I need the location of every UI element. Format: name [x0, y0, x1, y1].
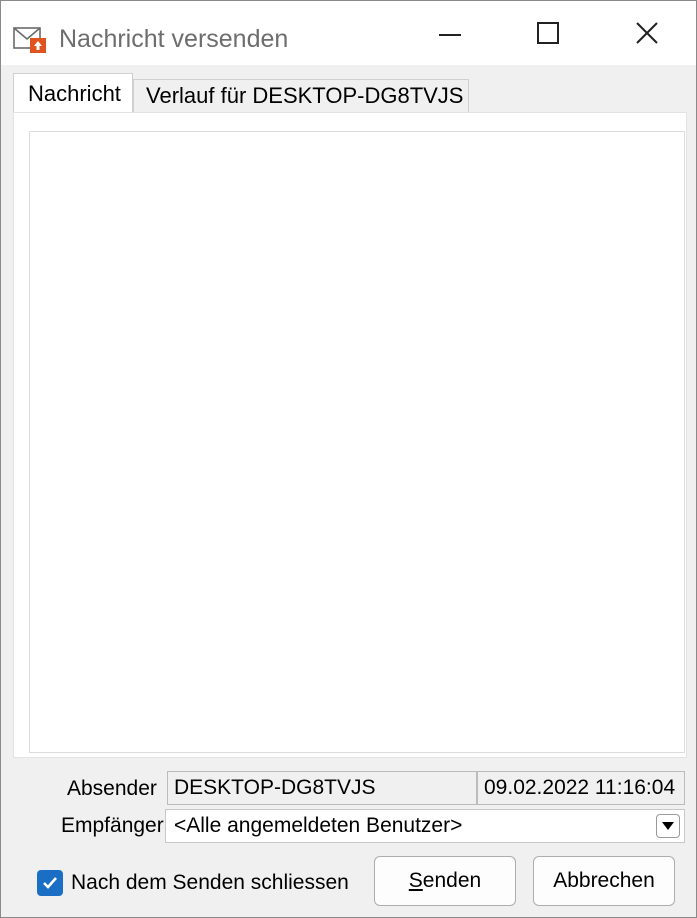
minimize-button[interactable]: [401, 1, 499, 65]
recipient-selected-value: <Alle angemeldeten Benutzer>: [174, 814, 463, 837]
cancel-button[interactable]: Abbrechen: [533, 856, 675, 906]
sender-label: Absender: [67, 777, 157, 800]
sender-timestamp: 09.02.2022 11:16:04: [477, 771, 685, 805]
message-send-icon: [13, 27, 46, 53]
close-after-send-checkbox[interactable]: [37, 870, 63, 896]
tab-nachricht[interactable]: Nachricht: [13, 73, 133, 113]
tab-strip: Nachricht Verlauf für DESKTOP-DG8TVJS: [13, 73, 685, 113]
minimize-icon: [439, 34, 461, 36]
maximize-icon: [537, 22, 559, 44]
dropdown-button[interactable]: [656, 814, 680, 838]
send-button[interactable]: Senden: [374, 856, 516, 906]
maximize-button[interactable]: [499, 1, 597, 65]
send-label: enden: [422, 869, 482, 892]
chevron-down-icon: [662, 822, 674, 830]
recipient-select[interactable]: <Alle angemeldeten Benutzer>: [165, 809, 685, 843]
sender-field: DESKTOP-DG8TVJS: [167, 771, 477, 805]
recipient-label: Empfänger: [61, 814, 164, 837]
close-button[interactable]: [598, 1, 696, 65]
send-mnemonic: S: [408, 869, 423, 892]
tab-verlauf[interactable]: Verlauf für DESKTOP-DG8TVJS: [133, 79, 469, 113]
checkmark-icon: [43, 877, 57, 889]
title-bar[interactable]: Nachricht versenden: [1, 1, 696, 65]
close-icon: [636, 22, 658, 44]
message-textarea[interactable]: [29, 131, 685, 753]
close-after-send-label[interactable]: Nach dem Senden schliessen: [71, 871, 349, 895]
window-title: Nachricht versenden: [59, 25, 289, 53]
message-dialog: Nachricht versenden Nachricht Verlauf fü…: [0, 0, 697, 918]
